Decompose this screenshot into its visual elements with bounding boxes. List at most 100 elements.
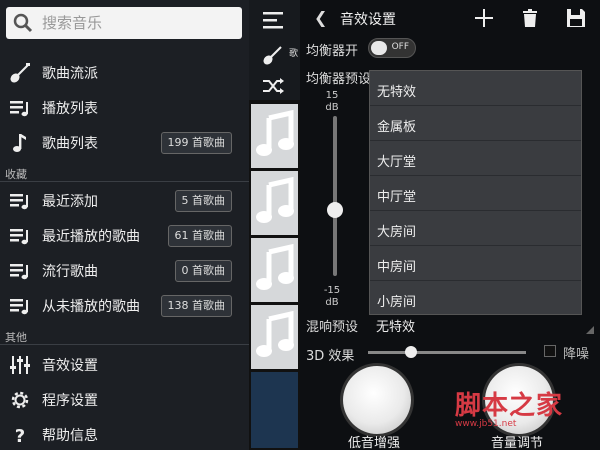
- section-header-favorites: 收藏: [5, 168, 27, 181]
- db-unit: dB: [325, 297, 339, 308]
- drawer-item-label: 从未播放的歌曲: [42, 299, 140, 315]
- drawer-item-label: 歌曲流派: [42, 66, 98, 82]
- drawer-item-playlists[interactable]: 播放列表: [0, 90, 249, 126]
- album-thumb[interactable]: [251, 305, 298, 369]
- guitar-icon: [10, 63, 30, 83]
- drawer-item-recently-played[interactable]: 最近播放的歌曲 61 首歌曲: [0, 218, 249, 254]
- app-root: 搜索音乐 歌曲流派 播放列表 歌曲列表 199 首歌曲 收藏 最近添加 5 首歌…: [0, 0, 600, 450]
- drawer-item-genres[interactable]: 歌曲流派: [0, 55, 249, 91]
- preset-option-label: 中厅堂: [377, 190, 417, 205]
- drawer-item-app-settings[interactable]: 程序设置: [0, 382, 249, 418]
- background-song-list: 歌: [249, 0, 300, 450]
- preset-dropdown[interactable]: 无特效 金属板 大厅堂 中厅堂 大房间 中房间 小房间: [369, 70, 582, 315]
- drawer-item-label: 歌曲列表: [42, 136, 98, 152]
- toggle-knob: [371, 41, 387, 55]
- search-input[interactable]: 搜索音乐: [6, 7, 242, 39]
- strip-header: 歌: [249, 0, 300, 100]
- preset-option-label: 金属板: [377, 120, 417, 135]
- bass-boost-label: 低音增强: [348, 436, 401, 450]
- page-title: 音效设置: [340, 12, 396, 28]
- fx3d-slider-track[interactable]: [368, 351, 526, 354]
- preset-option[interactable]: 大房间: [370, 211, 581, 246]
- section-header-other: 其他: [5, 331, 27, 344]
- menu-icon[interactable]: [261, 10, 285, 30]
- album-thumb[interactable]: [251, 171, 298, 235]
- equalizer-preset-label: 均衡器预设: [306, 72, 372, 87]
- toggle-state-text: OFF: [391, 42, 409, 52]
- preset-option-label: 小房间: [377, 295, 417, 310]
- album-thumb[interactable]: [251, 104, 298, 168]
- fx3d-slider-thumb[interactable]: [404, 346, 417, 358]
- back-icon[interactable]: ❮: [314, 8, 327, 27]
- drawer-item-label: 程序设置: [42, 393, 98, 409]
- song-count-badge: 61 首歌曲: [167, 225, 232, 247]
- song-count-badge: 5 首歌曲: [174, 190, 232, 212]
- strip-label: 歌: [289, 49, 299, 59]
- preset-option[interactable]: 金属板: [370, 106, 581, 141]
- preset-option[interactable]: 小房间: [370, 281, 581, 316]
- drawer-item-label: 最近添加: [42, 194, 98, 210]
- preset-option-label: 无特效: [377, 85, 417, 100]
- gear-icon: [11, 391, 29, 409]
- drawer-item-recently-added[interactable]: 最近添加 5 首歌曲: [0, 183, 249, 219]
- bass-boost-knob[interactable]: [343, 366, 411, 434]
- preset-option[interactable]: 中厅堂: [370, 176, 581, 211]
- eq-slider-thumb[interactable]: [327, 202, 343, 218]
- drawer-item-label: 流行歌曲: [42, 264, 98, 280]
- preset-option-label: 大房间: [377, 225, 417, 240]
- music-note-icon: [256, 311, 294, 357]
- shuffle-icon[interactable]: [261, 76, 285, 96]
- save-icon[interactable]: [564, 6, 588, 30]
- drawer-item-never-played[interactable]: 从未播放的歌曲 138 首歌曲: [0, 288, 249, 324]
- add-icon[interactable]: [472, 6, 496, 30]
- divider: [0, 344, 249, 345]
- db-min-label: -15 dB: [320, 285, 344, 309]
- navigation-drawer: 搜索音乐 歌曲流派 播放列表 歌曲列表 199 首歌曲 收藏 最近添加 5 首歌…: [0, 0, 249, 450]
- music-note-icon: [13, 134, 26, 152]
- preset-option[interactable]: 中房间: [370, 246, 581, 281]
- album-thumb[interactable]: [251, 372, 298, 448]
- volume-label: 音量调节: [491, 436, 544, 450]
- noise-reduction-label: 降噪: [563, 347, 590, 362]
- dropdown-corner-icon: [586, 326, 594, 334]
- playlist-icon: [10, 194, 28, 210]
- music-note-icon: [256, 244, 294, 290]
- preset-option[interactable]: 大厅堂: [370, 141, 581, 176]
- db-max-value: 15: [325, 90, 339, 101]
- music-note-icon: [256, 110, 294, 156]
- help-icon: ?: [15, 426, 25, 447]
- music-note-icon: [256, 177, 294, 223]
- search-icon: [13, 13, 33, 33]
- watermark-logo: 脚本之家: [455, 391, 564, 421]
- playlist-icon: [10, 101, 28, 117]
- db-min-value: -15: [323, 285, 341, 296]
- drawer-item-label: 音效设置: [42, 358, 98, 374]
- preset-option[interactable]: 无特效: [370, 71, 581, 106]
- reverb-preset-select[interactable]: 无特效: [376, 316, 415, 335]
- drawer-item-songs[interactable]: 歌曲列表 199 首歌曲: [0, 125, 249, 161]
- watermark-url: www.jb51.net: [455, 419, 517, 429]
- divider: [0, 181, 249, 182]
- preset-option-label: 中房间: [377, 260, 417, 275]
- drawer-item-label: 最近播放的歌曲: [42, 229, 140, 245]
- delete-icon[interactable]: [518, 6, 542, 30]
- equalizer-icon: [10, 356, 30, 374]
- noise-reduction-checkbox[interactable]: [544, 345, 556, 357]
- drawer-item-help[interactable]: ? 帮助信息: [0, 417, 249, 450]
- drawer-item-label: 帮助信息: [42, 428, 98, 444]
- equalizer-toggle-label: 均衡器开: [306, 44, 359, 59]
- preset-option-label: 大厅堂: [377, 155, 417, 170]
- svg-text:?: ?: [15, 426, 25, 447]
- playlist-icon: [10, 264, 28, 280]
- toolbar: ❮ 音效设置: [300, 0, 600, 36]
- db-unit: dB: [325, 102, 339, 113]
- search-placeholder: 搜索音乐: [42, 14, 103, 32]
- song-count-badge: 0 首歌曲: [174, 260, 232, 282]
- drawer-item-label: 播放列表: [42, 101, 98, 117]
- drawer-item-sound-settings[interactable]: 音效设置: [0, 347, 249, 383]
- album-thumb[interactable]: [251, 238, 298, 302]
- equalizer-toggle[interactable]: OFF: [368, 38, 416, 58]
- drawer-item-popular[interactable]: 流行歌曲 0 首歌曲: [0, 253, 249, 289]
- reverb-preset-label: 混响预设: [306, 320, 359, 335]
- eq-slider-track[interactable]: [333, 116, 337, 276]
